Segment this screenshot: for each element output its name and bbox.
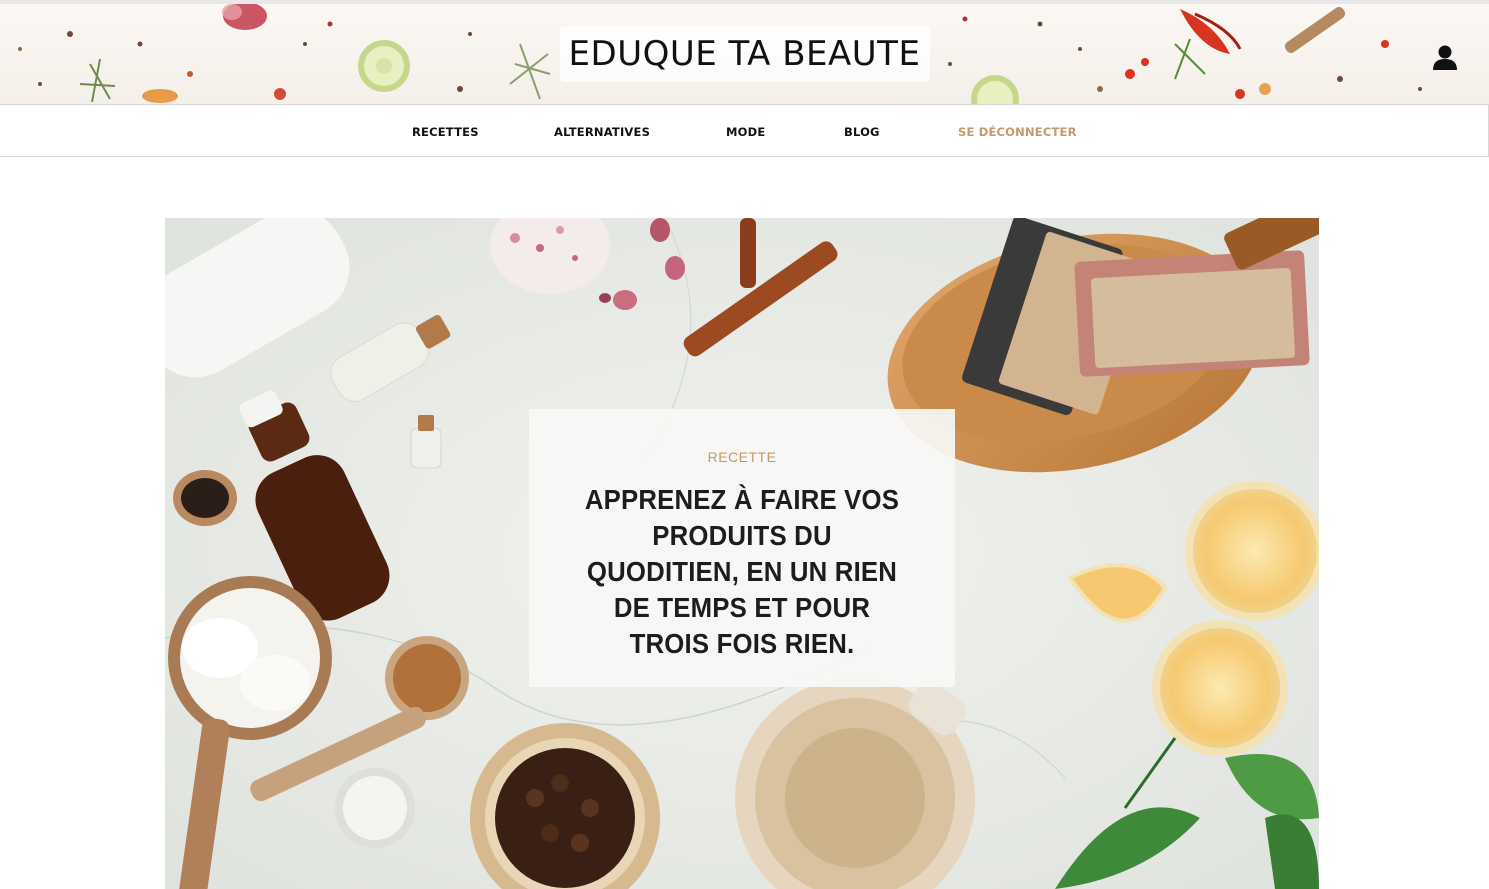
nav-item-alternatives[interactable]: ALTERNATIVES xyxy=(554,125,650,139)
site-header: EDUQUE TA BEAUTE xyxy=(0,4,1489,104)
nav-item-logout[interactable]: SE DÉCONNECTER xyxy=(958,125,1077,139)
user-icon[interactable] xyxy=(1431,44,1459,72)
nav-item-blog[interactable]: BLOG xyxy=(844,125,880,139)
nav-item-recettes[interactable]: RECETTES xyxy=(412,125,479,139)
site-title[interactable]: EDUQUE TA BEAUTE xyxy=(0,34,1489,74)
hero-category[interactable]: RECETTE xyxy=(529,449,955,465)
main-nav: RECETTES ALTERNATIVES MODE BLOG SE DÉCON… xyxy=(0,104,1489,157)
hero-headline[interactable]: APPRENEZ À FAIRE VOS PRODUITS DU QUODITI… xyxy=(574,482,911,662)
hero-banner[interactable]: RECETTE APPRENEZ À FAIRE VOS PRODUITS DU… xyxy=(165,218,1319,889)
nav-item-mode[interactable]: MODE xyxy=(726,125,765,139)
hero-card[interactable]: RECETTE APPRENEZ À FAIRE VOS PRODUITS DU… xyxy=(529,409,955,687)
